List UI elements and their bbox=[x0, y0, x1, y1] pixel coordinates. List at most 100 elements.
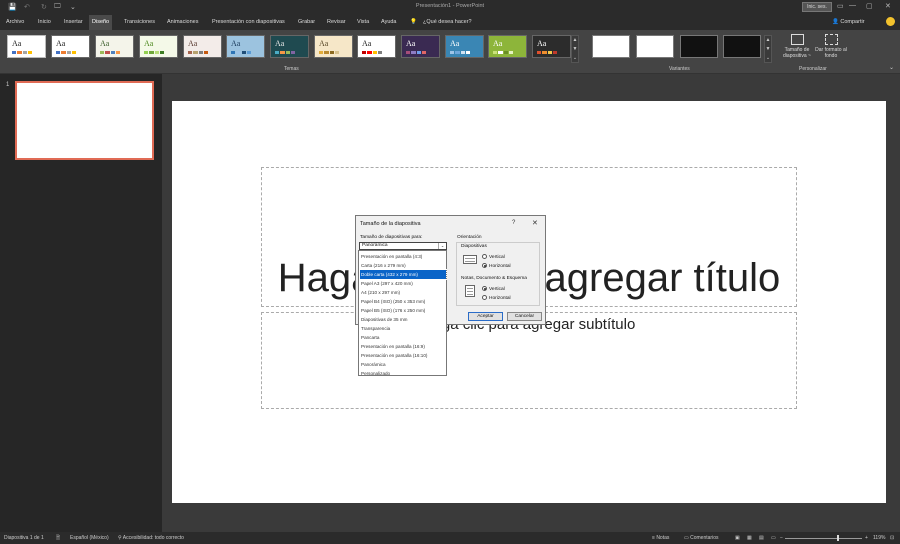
share-button[interactable]: 👤 Compartir bbox=[832, 15, 865, 30]
theme-thumbnail[interactable]: Aa bbox=[488, 35, 527, 58]
slide-count: Diapositiva 1 de 1 bbox=[4, 535, 44, 541]
theme-color-bars bbox=[362, 51, 382, 54]
theme-thumbnail[interactable]: Aa bbox=[270, 35, 309, 58]
dropdown-option[interactable]: Panorámica bbox=[360, 360, 446, 369]
tab-revisar[interactable]: Revisar bbox=[324, 15, 349, 30]
variant-thumbnail[interactable] bbox=[723, 35, 761, 58]
zoom-slider-thumb[interactable] bbox=[837, 535, 839, 541]
zoom-in-button[interactable]: + bbox=[865, 535, 868, 541]
slides-vertical-radio[interactable]: Vertical bbox=[482, 254, 505, 261]
variants-group-label: Variantes bbox=[669, 66, 690, 72]
format-background-icon bbox=[824, 34, 838, 45]
collapse-ribbon-icon[interactable]: ⌄ bbox=[889, 64, 894, 71]
tab-diseno[interactable]: Diseño bbox=[89, 15, 113, 30]
slide-sorter-icon[interactable]: ▦ bbox=[747, 535, 752, 541]
theme-sample-text: Aa bbox=[100, 39, 110, 48]
sign-in-button[interactable]: Inic. ses. bbox=[802, 2, 832, 12]
slide-size-button[interactable]: Tamaño de diapositiva ~ bbox=[781, 34, 813, 59]
tab-transiciones[interactable]: Transiciones bbox=[121, 15, 158, 30]
slide-size-label: Tamaño de diapositivas para: bbox=[360, 235, 423, 240]
variants-scroll[interactable]: ▲ ▼ ⌄ bbox=[764, 35, 772, 63]
slideshow-view-icon[interactable]: ▭ bbox=[771, 535, 776, 541]
tell-me-search[interactable]: ¿Qué desea hacer? bbox=[420, 15, 475, 30]
theme-color-bars bbox=[319, 51, 339, 54]
dropdown-option[interactable]: Presentación en pantalla (4:3) bbox=[360, 252, 446, 261]
theme-thumbnail[interactable]: Aa bbox=[7, 35, 46, 58]
tab-grabar[interactable]: Grabar bbox=[295, 15, 318, 30]
ok-button[interactable]: Aceptar bbox=[468, 312, 503, 321]
theme-sample-text: Aa bbox=[406, 39, 416, 48]
notes-horizontal-radio[interactable]: Horizontal bbox=[482, 295, 511, 302]
tab-insertar[interactable]: Insertar bbox=[61, 15, 86, 30]
theme-sample-text: Aa bbox=[450, 39, 460, 48]
dropdown-option[interactable]: A4 (210 x 297 mm) bbox=[360, 288, 446, 297]
subtitle-placeholder[interactable]: Haga clic para agregar subtítulo bbox=[261, 312, 797, 409]
theme-thumbnail[interactable]: Aa bbox=[401, 35, 440, 58]
dropdown-option[interactable]: Papel A3 (297 x 420 mm) bbox=[360, 279, 446, 288]
tab-vista[interactable]: Vista bbox=[354, 15, 372, 30]
slides-horizontal-radio[interactable]: Horizontal bbox=[482, 263, 511, 270]
notes-button[interactable]: ≡ Notas bbox=[652, 535, 669, 541]
theme-thumbnail[interactable]: Aa bbox=[51, 35, 90, 58]
tab-archivo[interactable]: Archivo bbox=[3, 15, 27, 30]
theme-sample-text: Aa bbox=[493, 39, 503, 48]
radio-dot bbox=[482, 263, 487, 268]
spellcheck-icon[interactable]: 🗎 bbox=[56, 535, 60, 543]
landscape-page-icon bbox=[463, 255, 477, 264]
dialog-title: Tamaño de la diapositiva bbox=[360, 221, 421, 227]
theme-thumbnail[interactable]: Aa bbox=[226, 35, 265, 58]
dropdown-option[interactable]: Presentación en pantalla (16:10) bbox=[360, 351, 446, 360]
dropdown-option[interactable]: Personalizado bbox=[360, 369, 446, 378]
dialog-close-icon[interactable]: ✕ bbox=[532, 219, 538, 227]
help-icon[interactable]: ? bbox=[512, 220, 515, 226]
zoom-out-button[interactable]: − bbox=[780, 535, 783, 541]
tab-inicio[interactable]: Inicio bbox=[35, 15, 54, 30]
variant-thumbnail[interactable] bbox=[680, 35, 718, 58]
reading-view-icon[interactable]: ▤ bbox=[759, 535, 764, 541]
theme-thumbnail[interactable]: Aa bbox=[139, 35, 178, 58]
theme-sample-text: Aa bbox=[537, 39, 547, 48]
dropdown-option[interactable]: Diapositivas de 35 mm bbox=[360, 315, 446, 324]
theme-thumbnail[interactable]: Aa bbox=[357, 35, 396, 58]
minimize-icon[interactable]: — bbox=[849, 2, 856, 9]
ribbon-display-icon[interactable]: ▭ bbox=[837, 2, 844, 10]
theme-color-bars bbox=[231, 51, 251, 54]
accessibility-status[interactable]: ⚲ Accesibilidad: todo correcto bbox=[118, 535, 184, 541]
chevron-down-icon[interactable]: ⌄ bbox=[438, 243, 446, 249]
theme-thumbnail[interactable]: Aa bbox=[183, 35, 222, 58]
customize-group-label: Personalizar bbox=[799, 66, 827, 72]
theme-thumbnail[interactable]: Aa bbox=[314, 35, 353, 58]
themes-scroll[interactable]: ▲ ▼ ⌄ bbox=[571, 35, 579, 63]
language-status[interactable]: Español (México) bbox=[70, 535, 109, 541]
zoom-level[interactable]: 119% bbox=[873, 535, 885, 541]
dropdown-option[interactable]: Doble carta (432 x 279 mm) bbox=[359, 269, 447, 280]
restore-icon[interactable]: ▢ bbox=[866, 2, 873, 10]
dropdown-option[interactable]: Pancarta bbox=[360, 333, 446, 342]
dropdown-option[interactable]: Transparencia bbox=[360, 324, 446, 333]
close-icon[interactable]: ✕ bbox=[885, 2, 891, 10]
dropdown-option[interactable]: Papel B4 (ISO) (250 x 353 mm) bbox=[360, 297, 446, 306]
notes-vertical-radio[interactable]: Vertical bbox=[482, 286, 505, 293]
comments-button[interactable]: ▭ Comentarios bbox=[684, 535, 718, 541]
cancel-button[interactable]: Cancelar bbox=[507, 312, 542, 321]
fit-slide-icon[interactable]: ⊡ bbox=[890, 535, 894, 541]
feedback-smiley-icon[interactable] bbox=[886, 17, 895, 26]
theme-thumbnail[interactable]: Aa bbox=[445, 35, 484, 58]
variant-thumbnail[interactable] bbox=[592, 35, 630, 58]
tab-presentacion[interactable]: Presentación con diapositivas bbox=[209, 15, 288, 30]
slide-size-select[interactable]: Panorámica ⌄ bbox=[359, 242, 447, 250]
format-background-button[interactable]: Dar formato al fondo bbox=[815, 34, 847, 59]
dropdown-option[interactable]: Carta (216 x 279 mm) bbox=[360, 261, 446, 270]
dropdown-option[interactable]: Presentación en pantalla (16:9) bbox=[360, 342, 446, 351]
theme-sample-text: Aa bbox=[362, 39, 372, 48]
tab-ayuda[interactable]: Ayuda bbox=[378, 15, 400, 30]
tab-animaciones[interactable]: Animaciones bbox=[164, 15, 202, 30]
theme-thumbnail[interactable]: Aa bbox=[95, 35, 134, 58]
theme-thumbnail[interactable]: Aa bbox=[532, 35, 571, 58]
slide-thumbnail[interactable] bbox=[15, 81, 154, 160]
normal-view-icon[interactable]: ▣ bbox=[735, 535, 740, 541]
variant-thumbnail[interactable] bbox=[636, 35, 674, 58]
zoom-slider-track[interactable] bbox=[785, 538, 862, 539]
theme-color-bars bbox=[144, 51, 164, 54]
dropdown-option[interactable]: Papel B5 (ISO) (176 x 250 mm) bbox=[360, 306, 446, 315]
